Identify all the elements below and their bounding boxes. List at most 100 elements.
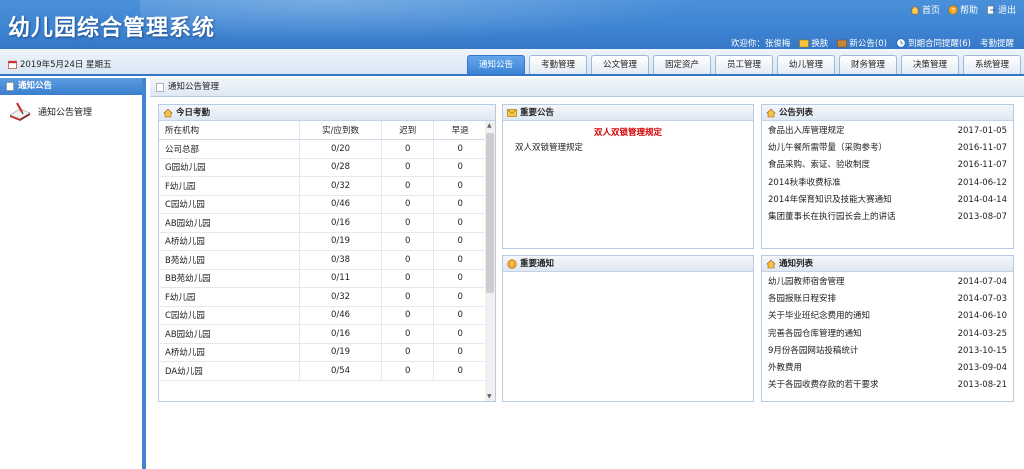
current-date-text: 2019年5月24日 星期五 xyxy=(20,60,112,70)
sidebar-item-notice-management[interactable]: 通知公告管理 xyxy=(0,95,142,127)
list-item[interactable]: 9月份各园网站投稿统计 2013-10-15 xyxy=(762,343,1013,360)
table-cell: 0 xyxy=(381,287,434,307)
attendance-table: 所在机构 实/应到数 迟到 早退 公司总部 0/20 0 0 G园幼儿园 0/28 0 0 F幼儿园 0… xyxy=(159,121,486,381)
table-cell: 0/19 xyxy=(298,343,382,362)
important-notice-title: 重要通知 xyxy=(520,258,555,269)
table-cell: 0 xyxy=(381,269,434,288)
calendar-icon xyxy=(8,60,17,69)
table-cell: 0 xyxy=(381,176,434,196)
table-cell: C园幼儿园 xyxy=(159,306,300,325)
table-cell: 0 xyxy=(433,287,486,307)
tab-2[interactable]: 公文管理 xyxy=(591,55,649,74)
list-item-title: 外教费用 xyxy=(768,362,803,373)
list-item-date: 2014-06-12 xyxy=(957,177,1007,188)
help-link[interactable]: ? 帮助 xyxy=(948,3,978,16)
attendance-column-header: 所在机构 xyxy=(159,121,300,140)
list-item[interactable]: 集团董事长在执行园长会上的讲话 2013-08-07 xyxy=(762,209,1013,226)
table-cell: 0/16 xyxy=(298,324,382,344)
list-item[interactable]: 幼儿园教师宿舍管理 2014-07-04 xyxy=(762,274,1013,291)
scroll-down-icon[interactable]: ▼ xyxy=(487,393,492,400)
important-announcement-panel: 重要公告 双人双锁管理规定 双人双锁管理规定 xyxy=(502,104,754,249)
logout-link[interactable]: 退出 xyxy=(986,3,1016,16)
announcement-list-header: 公告列表 xyxy=(762,105,1013,121)
tab-0[interactable]: 通知公告 xyxy=(467,55,525,74)
table-cell: A桥幼儿园 xyxy=(159,343,300,362)
list-item[interactable]: 食品采购、索证、验收制度 2016-11-07 xyxy=(762,157,1013,174)
list-item-date: 2016-11-07 xyxy=(957,143,1007,154)
list-item-title: 关于各园收费存款的若干要求 xyxy=(768,380,879,391)
table-row: BB苑幼儿园 0/11 0 0 xyxy=(159,269,486,288)
list-item-date: 2013-08-21 xyxy=(957,380,1007,391)
info-icon: ! xyxy=(507,258,517,269)
table-cell: 0 xyxy=(381,139,434,159)
attendance-panel: 今日考勤 所在机构 实/应到数 迟到 早退 公司总部 0/20 0 0 G园幼儿园 0/28 0 0… xyxy=(158,104,496,402)
tab-4[interactable]: 员工管理 xyxy=(715,55,773,74)
contract-reminder-button[interactable]: 到期合同提醒(6) xyxy=(896,37,971,49)
list-item[interactable]: 完善各园仓库管理的通知 2014-03-25 xyxy=(762,326,1013,343)
home-link[interactable]: 首页 xyxy=(910,3,940,16)
table-row: A桥幼儿园 0/19 0 0 xyxy=(159,232,486,251)
announcement-headline[interactable]: 双人双锁管理规定 xyxy=(503,126,753,138)
list-item-date: 2017-01-05 xyxy=(957,126,1007,136)
table-cell: F幼儿园 xyxy=(159,287,300,307)
table-cell: 0 xyxy=(433,139,486,159)
list-item-date: 2014-03-25 xyxy=(957,328,1007,339)
tab-7[interactable]: 决策管理 xyxy=(901,55,959,74)
table-cell: DA幼儿园 xyxy=(159,361,300,381)
list-item[interactable]: 幼儿午餐所需带量（采购参考） 2016-11-07 xyxy=(762,140,1013,157)
list-item[interactable]: 各园报账日程安排 2014-07-03 xyxy=(762,291,1013,308)
help-link-label: 帮助 xyxy=(959,6,978,16)
scroll-up-icon[interactable]: ▲ xyxy=(487,122,492,129)
tab-8[interactable]: 系统管理 xyxy=(963,55,1021,74)
important-announcement-header: 重要公告 xyxy=(503,105,753,121)
announcement-icon xyxy=(837,39,848,47)
attendance-table-body: 公司总部 0/20 0 0 G园幼儿园 0/28 0 0 F幼儿园 0/32 0 0 C园幼儿园 0/46… xyxy=(159,139,486,381)
table-cell: 0/16 xyxy=(298,213,382,233)
table-row: F幼儿园 0/32 0 0 xyxy=(159,287,486,307)
table-cell: 0/54 xyxy=(298,361,382,381)
table-row: C园幼儿园 0/46 0 0 xyxy=(159,306,486,325)
list-item[interactable]: 关于毕业班纪念费用的通知 2014-06-10 xyxy=(762,308,1013,325)
main-tabs: 通知公告 考勤管理 公文管理 固定资产 员工管理 幼儿管理 财务管理 决策管理 系统管理 xyxy=(467,55,1021,74)
table-row: A桥幼儿园 0/19 0 0 xyxy=(159,343,486,362)
announcement-list-title: 公告列表 xyxy=(779,107,814,118)
attendance-reminder-label: 考勤提醒 xyxy=(979,39,1014,49)
skin-button[interactable]: 换肤 xyxy=(799,37,828,49)
list-item[interactable]: 关于各园收费存款的若干要求 2013-08-21 xyxy=(762,377,1013,394)
list-item[interactable]: 食品出入库管理规定 2017-01-05 xyxy=(762,123,1013,140)
date-tab-bar: 2019年5月24日 星期五 通知公告 考勤管理 公文管理 固定资产 员工管理 幼儿管理财… xyxy=(0,49,1024,76)
table-cell: 0 xyxy=(433,250,486,270)
main-title: 通知公告管理 xyxy=(168,81,220,92)
table-cell: 0/46 xyxy=(298,195,382,214)
list-item[interactable]: 2014秋季收费标准 2014-06-12 xyxy=(762,175,1013,192)
table-cell: 0 xyxy=(433,195,486,214)
tab-3[interactable]: 固定资产 xyxy=(653,55,711,74)
tab-1[interactable]: 考勤管理 xyxy=(529,55,587,74)
list-item[interactable]: 外教费用 2013-09-04 xyxy=(762,360,1013,377)
list-item-title: 2014年保育知识及技能大赛通知 xyxy=(768,194,892,205)
reminder-icon xyxy=(896,38,906,48)
attendance-column-header: 早退 xyxy=(433,121,486,140)
list-item-title: 完善各园仓库管理的通知 xyxy=(768,328,862,339)
tab-6[interactable]: 财务管理 xyxy=(839,55,897,74)
attendance-reminder-button[interactable]: 考勤提醒 xyxy=(980,37,1014,49)
table-cell: 公司总部 xyxy=(159,139,300,159)
notebook-pen-icon xyxy=(9,102,31,121)
tab-5[interactable]: 幼儿管理 xyxy=(777,55,835,74)
header-glare xyxy=(140,0,760,49)
list-item[interactable]: 2014年保育知识及技能大赛通知 2014-04-14 xyxy=(762,192,1013,209)
table-cell: 0/32 xyxy=(298,287,382,307)
table-cell: 0 xyxy=(433,213,486,233)
sidebar: 通知公告 通知公告管理 xyxy=(0,78,146,469)
attendance-scrollbar[interactable]: ▲ ▼ xyxy=(485,121,495,401)
table-row: C园幼儿园 0/46 0 0 xyxy=(159,195,486,214)
scroll-thumb[interactable] xyxy=(486,133,494,293)
skin-button-label: 换肤 xyxy=(811,39,829,49)
announcement-body: 双人双锁管理规定 xyxy=(515,143,584,153)
new-announcement-button[interactable]: 新公告(0) xyxy=(837,37,887,49)
house-icon xyxy=(163,108,173,117)
contract-reminder-label: 到期合同提醒(6) xyxy=(907,39,971,49)
table-cell: 0/20 xyxy=(298,139,382,159)
list-item-date: 2013-10-15 xyxy=(957,345,1007,356)
list-item-date: 2016-11-07 xyxy=(957,160,1007,171)
